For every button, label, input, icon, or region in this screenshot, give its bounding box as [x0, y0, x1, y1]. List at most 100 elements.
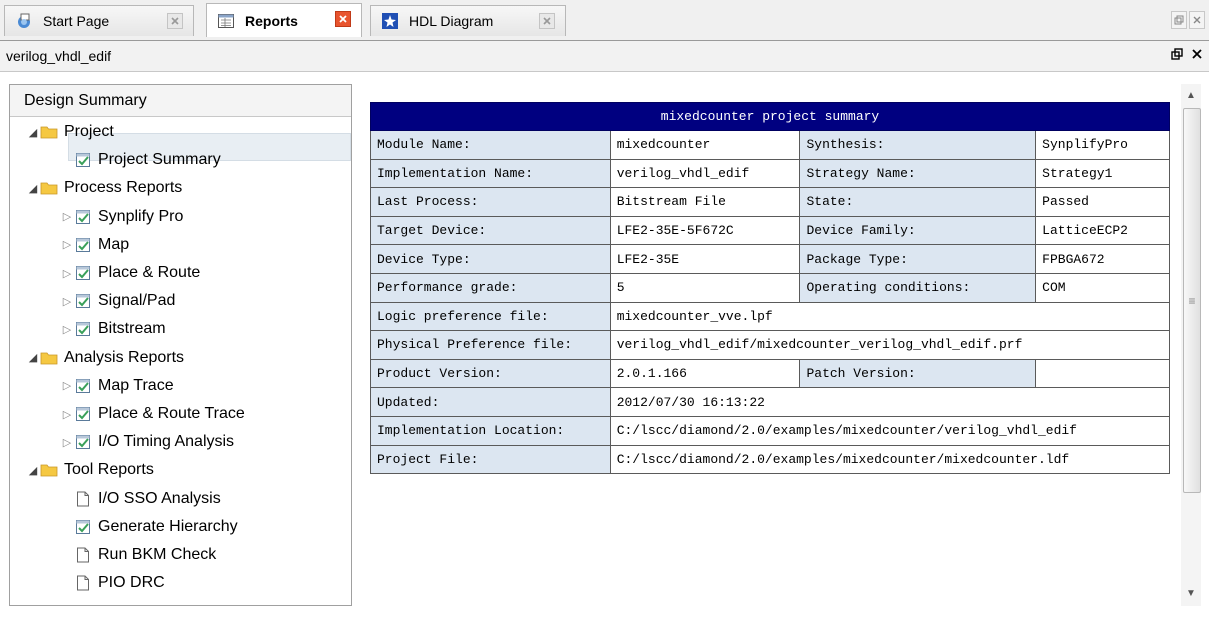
- collapsed-arrow-icon[interactable]: ▷: [60, 238, 74, 251]
- field-value: mixedcounter: [609, 130, 801, 160]
- tree-item[interactable]: ▷ Bitstream: [60, 315, 166, 343]
- tab-reports[interactable]: Reports: [206, 3, 362, 37]
- collapsed-arrow-icon[interactable]: ▷: [60, 267, 74, 280]
- table-row: Logic preference file: mixedcounter_vve.l…: [370, 301, 1171, 332]
- vertical-scrollbar[interactable]: ▲ ≡ ▼: [1181, 84, 1201, 606]
- report-check-icon: [74, 433, 92, 451]
- expanded-arrow-icon[interactable]: ◢: [26, 464, 40, 477]
- folder-icon: [40, 179, 58, 197]
- tree-item-label: Signal/Pad: [98, 292, 176, 310]
- collapsed-arrow-icon[interactable]: ▷: [60, 436, 74, 449]
- tree-item[interactable]: Generate Hierarchy: [60, 513, 238, 541]
- tree-header: Design Summary: [10, 85, 351, 117]
- tree-item[interactable]: ▷ Place & Route: [60, 259, 201, 287]
- field-label: Device Type:: [370, 244, 611, 274]
- tree-item[interactable]: ▷ Synplify Pro: [60, 203, 184, 231]
- field-label: Implementation Location:: [370, 415, 611, 446]
- field-value: Bitstream File: [609, 187, 801, 217]
- table-row: Physical Preference file: verilog_vhdl_ed…: [370, 330, 1171, 360]
- field-label: Updated:: [370, 387, 611, 417]
- collapsed-arrow-icon[interactable]: ▷: [60, 408, 74, 421]
- collapsed-arrow-icon[interactable]: ▷: [60, 210, 74, 223]
- field-label: Logic preference file:: [370, 301, 611, 332]
- tree-item-label: I/O Timing Analysis: [98, 433, 235, 451]
- field-label: Synthesis:: [799, 130, 1037, 160]
- field-value: LFE2-35E-5F672C: [609, 215, 801, 246]
- tree-item[interactable]: ◢ Project: [26, 118, 114, 146]
- document-tab-bar: Start Page Reports HDL Diagram: [0, 0, 1209, 40]
- tree-item[interactable]: Project Summary: [60, 146, 221, 174]
- restore-icon[interactable]: [1171, 11, 1187, 29]
- close-icon[interactable]: [167, 13, 183, 29]
- tree-item[interactable]: ▷ Signal/Pad: [60, 287, 176, 315]
- scroll-thumb[interactable]: ≡: [1183, 108, 1201, 493]
- tree-item-label: Analysis Reports: [64, 348, 185, 366]
- report-content: Design Summary ◢ Project Project Summary ◢ P…: [0, 72, 1209, 621]
- tree-item-label: Place & Route Trace: [98, 405, 245, 422]
- field-label: Product Version:: [370, 358, 611, 389]
- collapsed-arrow-icon[interactable]: ▷: [60, 295, 74, 308]
- field-value: 5: [609, 272, 801, 303]
- field-value: mixedcounter_vve.lpf: [609, 301, 1171, 332]
- field-label: Implementation Name:: [370, 158, 611, 189]
- tab-label: HDL Diagram: [409, 13, 494, 29]
- tree-item[interactable]: ▷ Map: [60, 231, 129, 259]
- tree-item[interactable]: PIO DRC: [60, 569, 165, 597]
- tree-item-label: Map Trace: [98, 376, 174, 394]
- tree-item[interactable]: ◢ Process Reports: [26, 174, 183, 202]
- tree-item-label: Run BKM Check: [98, 546, 217, 563]
- scroll-down-icon[interactable]: ▼: [1181, 584, 1201, 602]
- scroll-up-icon[interactable]: ▲: [1181, 86, 1201, 104]
- restore-icon[interactable]: [1171, 48, 1183, 63]
- tree-item[interactable]: ▷ I/O Timing Analysis: [60, 428, 234, 456]
- collapsed-arrow-icon[interactable]: ▷: [60, 323, 74, 336]
- table-row: Project File: C:/lscc/diamond/2.0/example…: [370, 444, 1171, 475]
- panel-title: verilog_vhdl_edif: [6, 48, 112, 64]
- close-icon[interactable]: [539, 13, 555, 29]
- collapsed-arrow-icon[interactable]: ▷: [60, 379, 74, 392]
- tree-item-label: Map: [98, 235, 130, 253]
- tab-start-page[interactable]: Start Page: [4, 5, 194, 36]
- summary-body: Module Name: mixedcounter Synthesis: Synpli…: [370, 130, 1171, 475]
- start-page-icon: [15, 12, 33, 30]
- tree-item[interactable]: ◢ Analysis Reports: [26, 344, 184, 372]
- tree-item-label: Project Summary: [98, 151, 221, 169]
- field-value: Passed: [1035, 187, 1170, 217]
- field-label: Target Device:: [370, 215, 611, 246]
- tree-item[interactable]: I/O SSO Analysis: [60, 485, 221, 513]
- report-check-icon: [74, 320, 92, 338]
- expanded-arrow-icon[interactable]: ◢: [26, 182, 40, 195]
- report-check-icon: [74, 292, 92, 310]
- close-icon[interactable]: [335, 11, 351, 27]
- field-label: Last Process:: [370, 187, 611, 217]
- expanded-arrow-icon[interactable]: ◢: [26, 351, 40, 364]
- table-row: Last Process: Bitstream File State: Passed: [370, 187, 1170, 217]
- tree-item[interactable]: ▷ Place & Route Trace: [60, 400, 245, 428]
- design-summary-tree: Design Summary ◢ Project Project Summary ◢ P…: [9, 84, 352, 606]
- table-row: Implementation Location: C:/lscc/diamond/…: [370, 415, 1171, 446]
- tab-label: Start Page: [43, 13, 110, 29]
- document-icon: [74, 490, 92, 508]
- close-icon[interactable]: [1191, 48, 1203, 63]
- panel-title-bar: verilog_vhdl_edif: [0, 40, 1209, 72]
- close-icon[interactable]: [1189, 11, 1205, 29]
- expanded-arrow-icon[interactable]: ◢: [26, 126, 40, 139]
- field-label: Package Type:: [799, 244, 1037, 274]
- tree-item[interactable]: Run BKM Check: [60, 541, 216, 569]
- document-icon: [74, 574, 92, 592]
- tree-item-label: Generate Hierarchy: [98, 517, 238, 535]
- tree-item[interactable]: ▷ Map Trace: [60, 372, 174, 400]
- field-label: Project File:: [370, 444, 611, 475]
- tree-item-label: Tool Reports: [64, 461, 154, 479]
- tree-item[interactable]: ◢ Tool Reports: [26, 456, 154, 484]
- tab-label: Reports: [245, 12, 298, 29]
- tab-hdl-diagram[interactable]: HDL Diagram: [370, 5, 566, 36]
- tab-bar-controls: [1171, 11, 1205, 29]
- field-value: verilog_vhdl_edif: [609, 158, 801, 189]
- report-check-icon: [74, 377, 92, 395]
- tree-item-label: Process Reports: [64, 179, 183, 197]
- tree-item-label: I/O SSO Analysis: [98, 489, 221, 507]
- report-check-icon: [74, 208, 92, 226]
- folder-icon: [40, 349, 58, 367]
- field-label: Operating conditions:: [799, 272, 1037, 303]
